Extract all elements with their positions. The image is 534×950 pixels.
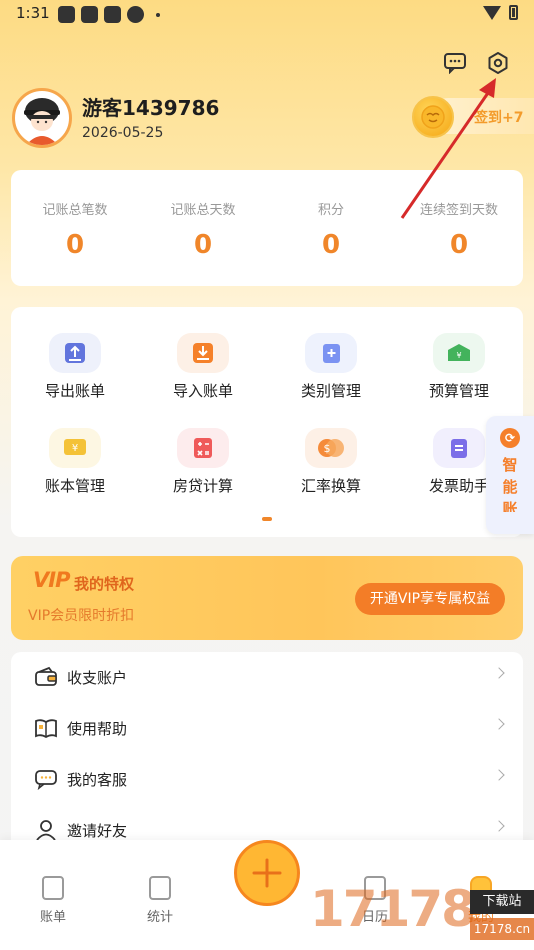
tool-label: 预算管理	[428, 382, 489, 400]
tool-ledger-manage[interactable]: ¥ 账本管理	[11, 428, 139, 496]
svg-text:¥: ¥	[456, 351, 461, 360]
vip-logo: VIP	[33, 568, 70, 592]
calculator-icon	[177, 428, 229, 468]
stat-value: 0	[65, 230, 85, 260]
stat-label: 记账总天数	[170, 203, 236, 218]
svg-text:¥: ¥	[72, 443, 78, 454]
menu-label: 我的客服	[67, 770, 128, 789]
open-vip-button[interactable]: 开通VIP享专属权益	[355, 583, 505, 615]
nav-label: 统计	[146, 910, 173, 925]
nav-bills[interactable]: 账单	[23, 876, 83, 925]
stat-total-days[interactable]: 记账总天数 0	[139, 170, 267, 286]
smart-tab-text: 智	[502, 456, 518, 474]
site-watermark: 17178 下载站 17178.cn	[310, 870, 534, 950]
annotation-arrow-icon	[400, 78, 496, 219]
menu-item-help[interactable]: 使用帮助	[11, 703, 523, 753]
username: 游客1439786	[82, 96, 220, 120]
vip-banner[interactable]: VIP 我的特权 VIP会员限时折扣 开通VIP享专属权益	[11, 556, 523, 640]
stat-total-records[interactable]: 记账总笔数 0	[11, 170, 139, 286]
smart-tab-text: 能	[502, 478, 518, 496]
category-icon	[305, 333, 357, 373]
avatar[interactable]	[12, 88, 72, 148]
nav-label: 账单	[39, 910, 66, 925]
menu-item-accounts[interactable]: 收支账户	[11, 652, 523, 702]
status-system-icons	[483, 5, 518, 20]
refresh-icon: ⟳	[500, 428, 520, 448]
watermark-domain: 17178.cn	[470, 918, 534, 940]
chevron-right-icon	[493, 820, 505, 832]
tool-budget-manage[interactable]: ¥ 预算管理	[395, 333, 523, 401]
status-time: 1:31	[16, 4, 50, 22]
vip-title: 我的特权	[74, 575, 135, 593]
user-date: 2026-05-25	[82, 125, 164, 141]
bill-icon	[42, 876, 64, 900]
tool-export-bill[interactable]: 导出账单	[11, 333, 139, 401]
battery-icon	[509, 5, 518, 20]
chart-icon	[149, 876, 171, 900]
tools-grid: 导出账单 导入账单 类别管理 ¥ 预算管理 ¥ 账本管理 房贷计算 $ 汇率换算	[11, 307, 523, 537]
stat-value: 0	[449, 230, 469, 260]
chat-icon	[33, 766, 59, 792]
tool-label: 账本管理	[44, 477, 105, 495]
status-notification-icons	[58, 6, 160, 23]
add-record-button[interactable]	[234, 840, 300, 906]
book-icon	[33, 715, 59, 741]
watermark-text: 17178	[310, 880, 476, 938]
more-notifications-dot	[156, 12, 160, 17]
menu-label: 邀请好友	[67, 821, 128, 840]
chevron-right-icon	[493, 667, 505, 679]
export-icon	[49, 333, 101, 373]
page-indicator	[262, 517, 272, 521]
watermark-tag: 下载站	[470, 890, 534, 914]
tool-label: 房贷计算	[172, 477, 233, 495]
menu-label: 收支账户	[67, 668, 128, 687]
svg-text:$: $	[324, 442, 331, 455]
tool-mortgage-calc[interactable]: 房贷计算	[139, 428, 267, 496]
stat-label: 记账总笔数	[42, 203, 108, 218]
notification-app-icon	[58, 6, 75, 23]
tool-label: 类别管理	[300, 382, 361, 400]
avatar-image	[24, 98, 60, 145]
smart-tab-text: 账	[502, 500, 518, 512]
wallet-icon	[33, 664, 59, 690]
notification-app-icon	[104, 6, 121, 23]
import-icon	[177, 333, 229, 373]
notification-app-icon	[127, 6, 144, 23]
wifi-icon	[483, 5, 501, 20]
menu-label: 使用帮助	[67, 719, 128, 738]
tool-category-manage[interactable]: 类别管理	[267, 333, 395, 401]
vip-subtitle: VIP会员限时折扣	[28, 608, 135, 624]
smart-ledger-tab[interactable]: ⟳ 智 能 账	[486, 416, 534, 534]
settings-menu-list: 收支账户 使用帮助 我的客服 邀请好友	[11, 652, 523, 852]
stat-value: 0	[321, 230, 341, 260]
tool-import-bill[interactable]: 导入账单	[139, 333, 267, 401]
tool-label: 导出账单	[44, 382, 105, 400]
tool-currency-exchange[interactable]: $ 汇率换算	[267, 428, 395, 496]
chevron-right-icon	[493, 718, 505, 730]
notification-app-icon	[81, 6, 98, 23]
tool-label: 导入账单	[172, 382, 233, 400]
menu-item-customer-service[interactable]: 我的客服	[11, 754, 523, 804]
nav-statistics[interactable]: 统计	[130, 876, 190, 925]
stat-value: 0	[193, 230, 213, 260]
chevron-right-icon	[493, 769, 505, 781]
tool-label: 汇率换算	[300, 477, 361, 495]
exchange-icon: $	[305, 428, 357, 468]
ledger-icon: ¥	[49, 428, 101, 468]
stat-points[interactable]: 积分 0	[267, 170, 395, 286]
stat-label: 积分	[317, 203, 344, 218]
budget-icon: ¥	[433, 333, 485, 373]
invoice-icon	[433, 428, 485, 468]
plus-icon	[252, 858, 282, 888]
